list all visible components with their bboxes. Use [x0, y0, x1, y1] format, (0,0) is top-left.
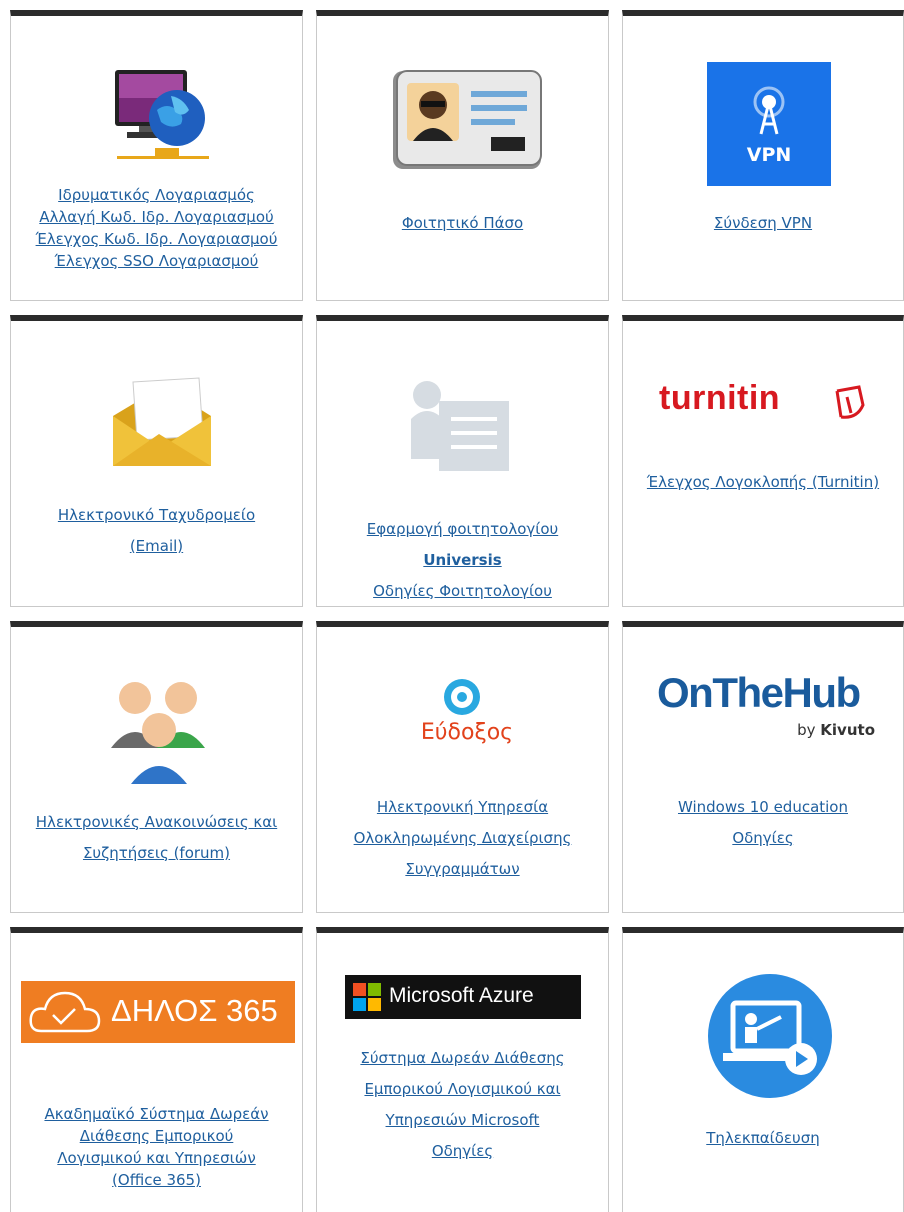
document-faded-icon	[411, 381, 509, 471]
turnitin-logo-text: turnitin	[659, 379, 781, 417]
envelope-icon	[113, 377, 211, 466]
link-vpn[interactable]: Σύνδεση VPN	[623, 208, 903, 239]
microsoft-azure-logo: Microsoft Azure	[345, 975, 581, 1019]
service-card-institutional-account: Ιδρυματικός Λογαριασμός Αλλαγή Κωδ. Ιδρ.…	[10, 10, 303, 301]
link-delos-4[interactable]: (Office 365)	[11, 1169, 302, 1191]
vpn-logo: VPN	[707, 62, 831, 186]
onthehub-kivuto: Kivuto	[820, 721, 875, 739]
card-links: Ακαδημαϊκό Σύστημα Δωρεάν Διάθεσης Εμπορ…	[11, 1103, 302, 1191]
users-group-icon	[111, 682, 205, 784]
link-forum-2[interactable]: Συζητήσεις (forum)	[11, 838, 302, 869]
computer-globe-icon	[115, 70, 209, 159]
microsoft-logo-icon	[353, 983, 381, 1011]
link-windows-guide[interactable]: Οδηγίες	[623, 823, 903, 854]
service-card-delos: ΔΗΛΟΣ 365 Ακαδημαϊκό Σύστημα Δωρεάν Διάθ…	[10, 927, 303, 1212]
link-email[interactable]: Ηλεκτρονικό Ταχυδρομείο	[11, 500, 302, 531]
card-links: Τηλεκπαίδευση	[623, 1123, 903, 1154]
card-links: Φοιτητικό Πάσο	[317, 208, 608, 239]
card-links: Ηλεκτρονικό Ταχυδρομείο (Email)	[11, 500, 302, 562]
link-universis-guide[interactable]: Οδηγίες Φοιτητολογίου	[317, 576, 608, 606]
link-azure-2[interactable]: Εμπορικού Λογισμικού και	[317, 1074, 608, 1105]
link-turnitin[interactable]: Έλεγχος Λογοκλοπής (Turnitin)	[623, 467, 903, 498]
turnitin-mark-icon	[835, 385, 865, 419]
link-change-password[interactable]: Αλλαγή Κωδ. Ιδρ. Λογαριασμού	[11, 206, 302, 228]
onthehub-logo-text: OnTheHub	[657, 669, 861, 716]
service-card-azure: Microsoft Azure Σύστημα Δωρεάν Διάθεσης …	[316, 927, 609, 1212]
link-universis[interactable]: Universis	[317, 545, 608, 576]
service-card-student-pass: Φοιτητικό Πάσο	[316, 10, 609, 301]
link-eudoxus[interactable]: Ηλεκτρονική Υπηρεσία	[317, 792, 608, 823]
service-card-forum: Ηλεκτρονικές Ανακοινώσεις και Συζητήσεις…	[10, 621, 303, 913]
card-links: Ηλεκτρονική Υπηρεσία Ολοκληρωμένης Διαχε…	[317, 792, 608, 885]
card-links: Σύνδεση VPN	[623, 208, 903, 239]
service-card-vpn: VPN Σύνδεση VPN	[622, 10, 904, 301]
link-delos-3[interactable]: Λογισμικού και Υπηρεσιών	[11, 1147, 302, 1169]
onthehub-logo-sub: by Kivuto	[797, 721, 875, 739]
onthehub-logo: OnTheHub by Kivuto	[657, 669, 897, 749]
service-card-elearning: Τηλεκπαίδευση	[622, 927, 904, 1212]
service-card-onthehub: OnTheHub by Kivuto Windows 10 education …	[622, 621, 904, 913]
service-card-email: Ηλεκτρονικό Ταχυδρομείο (Email)	[10, 315, 303, 607]
link-azure-guide[interactable]: Οδηγίες	[317, 1136, 608, 1167]
card-links: Ιδρυματικός Λογαριασμός Αλλαγή Κωδ. Ιδρ.…	[11, 184, 302, 272]
service-card-turnitin: turnitin Έλεγχος Λογοκλοπής (Turnitin)	[622, 315, 904, 607]
delos-logo-text: ΔΗΛΟΣ 365	[111, 993, 278, 1028]
azure-logo-text: Microsoft Azure	[389, 984, 534, 1007]
card-links: Windows 10 education Οδηγίες	[623, 792, 903, 854]
link-check-sso[interactable]: Έλεγχος SSO Λογαριασμού	[11, 250, 302, 272]
link-universis-app[interactable]: Εφαρμογή φοιτητολογίου	[317, 514, 608, 545]
vpn-logo-text: VPN	[746, 144, 792, 166]
cloud-check-icon	[29, 991, 101, 1033]
elearning-icon	[708, 974, 832, 1098]
link-check-password[interactable]: Έλεγχος Κωδ. Ιδρ. Λογαριασμού	[11, 228, 302, 250]
eudoxus-logo-text: Εύδοξος	[420, 720, 514, 745]
link-eudoxus-3[interactable]: Συγγραμμάτων	[317, 854, 608, 885]
card-links: Εφαρμογή φοιτητολογίου Universis Οδηγίες…	[317, 514, 608, 606]
link-elearning[interactable]: Τηλεκπαίδευση	[623, 1123, 903, 1154]
eudoxus-disc-icon	[444, 679, 480, 715]
link-windows-10[interactable]: Windows 10 education	[623, 792, 903, 823]
card-links: Ηλεκτρονικές Ανακοινώσεις και Συζητήσεις…	[11, 807, 302, 869]
link-student-pass[interactable]: Φοιτητικό Πάσο	[317, 208, 608, 239]
delos-365-logo: ΔΗΛΟΣ 365	[21, 981, 295, 1043]
turnitin-logo: turnitin	[659, 379, 869, 429]
antenna-icon	[753, 86, 785, 135]
onthehub-by: by	[797, 721, 816, 739]
link-eudoxus-2[interactable]: Ολοκληρωμένης Διαχείρισης	[317, 823, 608, 854]
card-links: Έλεγχος Λογοκλοπής (Turnitin)	[623, 467, 903, 498]
link-institutional-account[interactable]: Ιδρυματικός Λογαριασμός	[11, 184, 302, 206]
link-delos[interactable]: Ακαδημαϊκό Σύστημα Δωρεάν	[11, 1103, 302, 1125]
link-email-2[interactable]: (Email)	[11, 531, 302, 562]
link-azure[interactable]: Σύστημα Δωρεάν Διάθεσης	[317, 1043, 608, 1074]
service-card-universis: Εφαρμογή φοιτητολογίου Universis Οδηγίες…	[316, 315, 609, 607]
link-delos-2[interactable]: Διάθεσης Εμπορικού	[11, 1125, 302, 1147]
card-links: Σύστημα Δωρεάν Διάθεσης Εμπορικού Λογισμ…	[317, 1043, 608, 1167]
id-card-icon	[393, 70, 542, 169]
link-forum[interactable]: Ηλεκτρονικές Ανακοινώσεις και	[11, 807, 302, 838]
service-card-eudoxus: Εύδοξος Ηλεκτρονική Υπηρεσία Ολοκληρωμέν…	[316, 621, 609, 913]
link-azure-3[interactable]: Υπηρεσιών Microsoft	[317, 1105, 608, 1136]
